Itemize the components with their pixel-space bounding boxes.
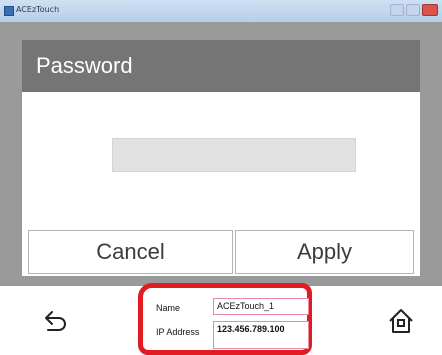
app-icon <box>4 6 14 16</box>
close-button[interactable] <box>422 4 438 16</box>
dialog-header: Password <box>22 40 420 92</box>
name-label: Name <box>156 303 181 313</box>
maximize-button[interactable] <box>406 4 420 16</box>
apply-button[interactable]: Apply <box>235 230 414 274</box>
password-dialog: Password Cancel Apply <box>22 40 420 276</box>
window-title: ACEzTouch <box>16 5 60 14</box>
window-controls <box>390 4 438 16</box>
home-icon[interactable] <box>386 306 416 336</box>
cancel-button[interactable]: Cancel <box>28 230 233 274</box>
dialog-title: Password <box>36 53 133 78</box>
minimize-button[interactable] <box>390 4 404 16</box>
window-titlebar[interactable]: ACEzTouch <box>0 0 442 23</box>
ip-address-value: 123.456.789.100 <box>213 321 309 349</box>
ip-address-label: IP Address <box>156 327 200 337</box>
back-arrow-icon[interactable] <box>40 306 70 336</box>
device-name-value: ACEzTouch_1 <box>213 298 309 315</box>
password-input[interactable] <box>112 138 356 172</box>
